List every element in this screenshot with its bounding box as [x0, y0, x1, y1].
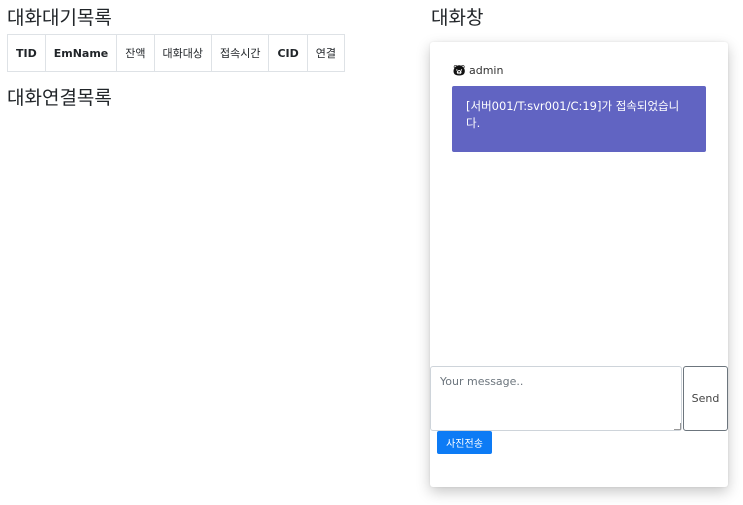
sender-name: admin — [468, 64, 504, 77]
resize-grip-icon[interactable] — [674, 423, 681, 430]
message-sender: 🐻︎ admin — [452, 64, 503, 77]
message-bubble: [서버001/T:svr001/C:19]가 접속되었습니다. — [452, 86, 706, 152]
admin-icon: 🐻︎ — [452, 64, 466, 77]
message-input[interactable] — [430, 366, 682, 431]
column-header-cid: CID — [268, 34, 308, 72]
column-header-balance: 잔액 — [116, 34, 155, 72]
column-header-connect: 연결 — [306, 34, 346, 72]
column-header-tid: TID — [7, 34, 46, 72]
connected-list-title: 대화연결목록 — [7, 87, 112, 109]
table-header-row: TID EmName 잔액 대화대상 접속시간 CID 연결 — [7, 34, 346, 72]
chat-window: 🐻︎ admin [서버001/T:svr001/C:19]가 접속되었습니다.… — [430, 42, 728, 487]
send-button[interactable]: Send — [683, 366, 728, 431]
chat-title: 대화창 — [431, 7, 484, 29]
column-header-emname: EmName — [44, 34, 118, 72]
waiting-list-table: TID EmName 잔액 대화대상 접속시간 CID 연결 — [7, 34, 346, 72]
waiting-list-title: 대화대기목록 — [7, 7, 112, 29]
column-header-connect-time: 접속시간 — [210, 34, 270, 72]
page: 대화대기목록 TID EmName 잔액 대화대상 접속시간 CID 연결 대화… — [0, 0, 743, 505]
column-header-chat-target: 대화대상 — [153, 34, 213, 72]
photo-send-button[interactable]: 사진전송 — [437, 431, 492, 454]
